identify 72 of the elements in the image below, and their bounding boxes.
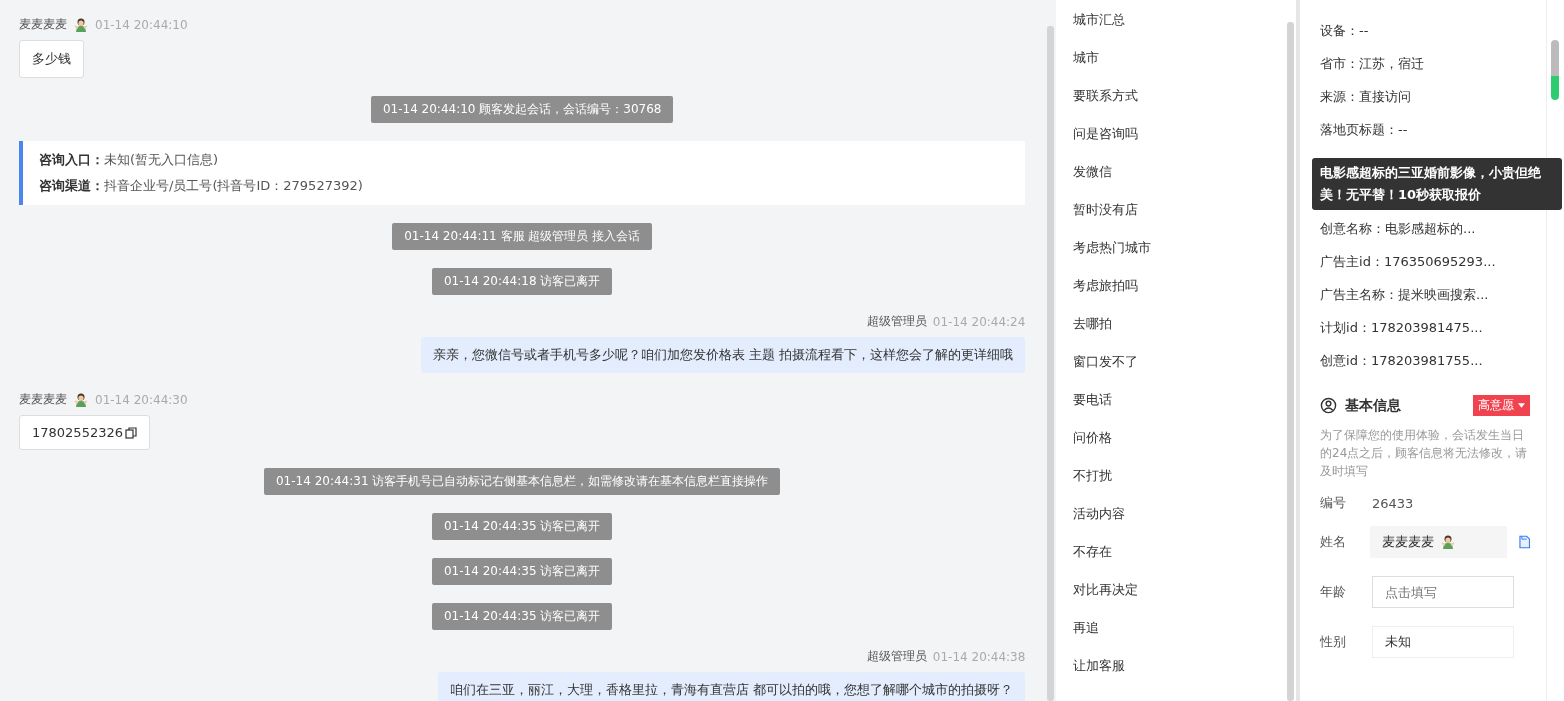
info-value: 抖音企业号/员工号(抖音号ID：279527392) [104,178,363,193]
intent-dropdown[interactable]: 高意愿 [1473,395,1530,416]
person-emoji-icon [1440,534,1457,550]
message-time: 01-14 20:44:24 [932,314,1026,329]
sender-name: 超级管理员 [866,313,927,330]
quick-reply-item[interactable]: 让加客服 [1073,654,1285,692]
person-emoji-icon [73,391,89,408]
field-label: 编号 [1320,494,1347,512]
info-row-text: 广告主名称：提米映画搜索... [1320,286,1489,304]
quick-reply-item[interactable]: 不打扰 [1073,464,1285,502]
field-label: 性别 [1320,633,1347,651]
field-label: 姓名 [1320,533,1347,551]
section-title: 基本信息 [1345,396,1402,415]
sender-name: 超级管理员 [866,648,927,665]
quick-reply-item[interactable]: 活动内容 [1073,502,1285,540]
sender-name: 麦麦麦麦 [19,16,67,33]
info-row-text: 设备：-- [1320,22,1369,40]
info-row-text: 计划id：178203981475... [1320,319,1483,337]
system-notice: 01-14 20:44:10 顾客发起会话，会话编号：30768 [370,96,674,123]
message-bubble: 17802552326 [19,415,150,450]
system-notice: 01-14 20:44:35 访客已离开 [432,513,613,540]
info-label: 咨询入口： [39,152,104,167]
scrollbar-thumb[interactable] [1286,22,1294,701]
scrollbar-thumb[interactable] [1046,26,1054,701]
message-time: 01-14 20:44:10 [95,17,188,32]
info-row-text: 广告主id：176350695293... [1320,253,1496,271]
quick-reply-item[interactable]: 要联系方式 [1073,84,1285,122]
age-input[interactable]: 点击填写 [1372,576,1514,608]
quick-reply-item[interactable]: 考虑旅拍吗 [1073,274,1285,312]
system-notice: 01-14 20:44:18 访客已离开 [432,268,613,295]
quick-reply-item[interactable]: 发微信 [1073,160,1285,198]
quick-reply-item[interactable]: 窗口发不了 [1073,350,1285,388]
name-field[interactable]: 麦麦麦麦 [1370,526,1507,558]
notice-text: 为了保障您的使用体验，会话发生当日的24点之后，顾客信息将无法修改，请及时填写 [1320,427,1529,480]
message-time: 01-14 20:44:38 [932,649,1026,664]
quick-reply-item[interactable]: 再追 [1073,616,1285,654]
field-value: 26433 [1372,495,1414,511]
message-bubble: 咱们在三亚，丽江，大理，香格里拉，青海有直营店 都可以拍的哦，您想了解哪个城市的拍摄呀？ [438,672,1026,701]
quick-reply-item[interactable]: 要电话 [1073,388,1285,426]
quick-reply-item[interactable]: 问价格 [1073,426,1285,464]
system-notice: 01-14 20:44:35 访客已离开 [432,603,613,630]
quick-reply-item[interactable]: 去哪拍 [1073,312,1285,350]
user-icon [1320,397,1337,414]
field-label: 年龄 [1320,583,1347,601]
info-value: 未知(暂无入口信息) [104,152,219,167]
system-notice: 01-14 20:44:11 客服 超级管理员 接入会话 [392,223,653,250]
info-row-text: 省市：江苏，宿迁 [1320,55,1424,73]
message-bubble: 多少钱 [19,40,84,78]
quick-reply-item[interactable]: 城市 [1073,46,1285,84]
quick-reply-item[interactable]: 城市汇总 [1073,8,1285,46]
system-notice: 01-14 20:44:35 访客已离开 [432,558,613,585]
scrollbar-thumb[interactable] [1551,40,1559,100]
quick-reply-item[interactable]: 考虑热门城市 [1073,236,1285,274]
copy-icon[interactable] [125,426,137,439]
quick-reply-item[interactable]: 问是咨询吗 [1073,122,1285,160]
quick-reply-item[interactable]: 暂时没有店 [1073,198,1285,236]
caret-icon [1518,403,1525,408]
info-label: 咨询渠道： [39,178,104,193]
message-time: 01-14 20:44:30 [95,392,188,407]
sender-name: 麦麦麦麦 [19,391,67,408]
quick-reply-item[interactable]: 不存在 [1073,540,1285,578]
info-row-text: 创意id：178203981755... [1320,352,1483,370]
info-row-text: 来源：直接访问 [1320,88,1411,106]
copy-icon[interactable] [1518,535,1531,549]
info-row-text: 创意名称：电影感超标的... [1320,220,1476,238]
system-notice: 01-14 20:44:31 访客手机号已自动标记右侧基本信息栏，如需修改请在基本信息栏直接操作 [264,468,781,495]
quick-reply-item[interactable]: 对比再决定 [1073,578,1285,616]
gender-select[interactable]: 未知 [1372,626,1514,658]
person-emoji-icon [73,16,89,33]
message-bubble: 亲亲，您微信号或者手机号多少呢？咱们加您发价格表 主题 拍摄流程看下，这样您会了解的更详细哦 [421,337,1026,373]
tooltip: 电影感超标的三亚婚前影像，小贵但绝美！无平替！10秒获取报价 [1312,158,1562,210]
info-row-text: 落地页标题：-- [1320,121,1408,139]
